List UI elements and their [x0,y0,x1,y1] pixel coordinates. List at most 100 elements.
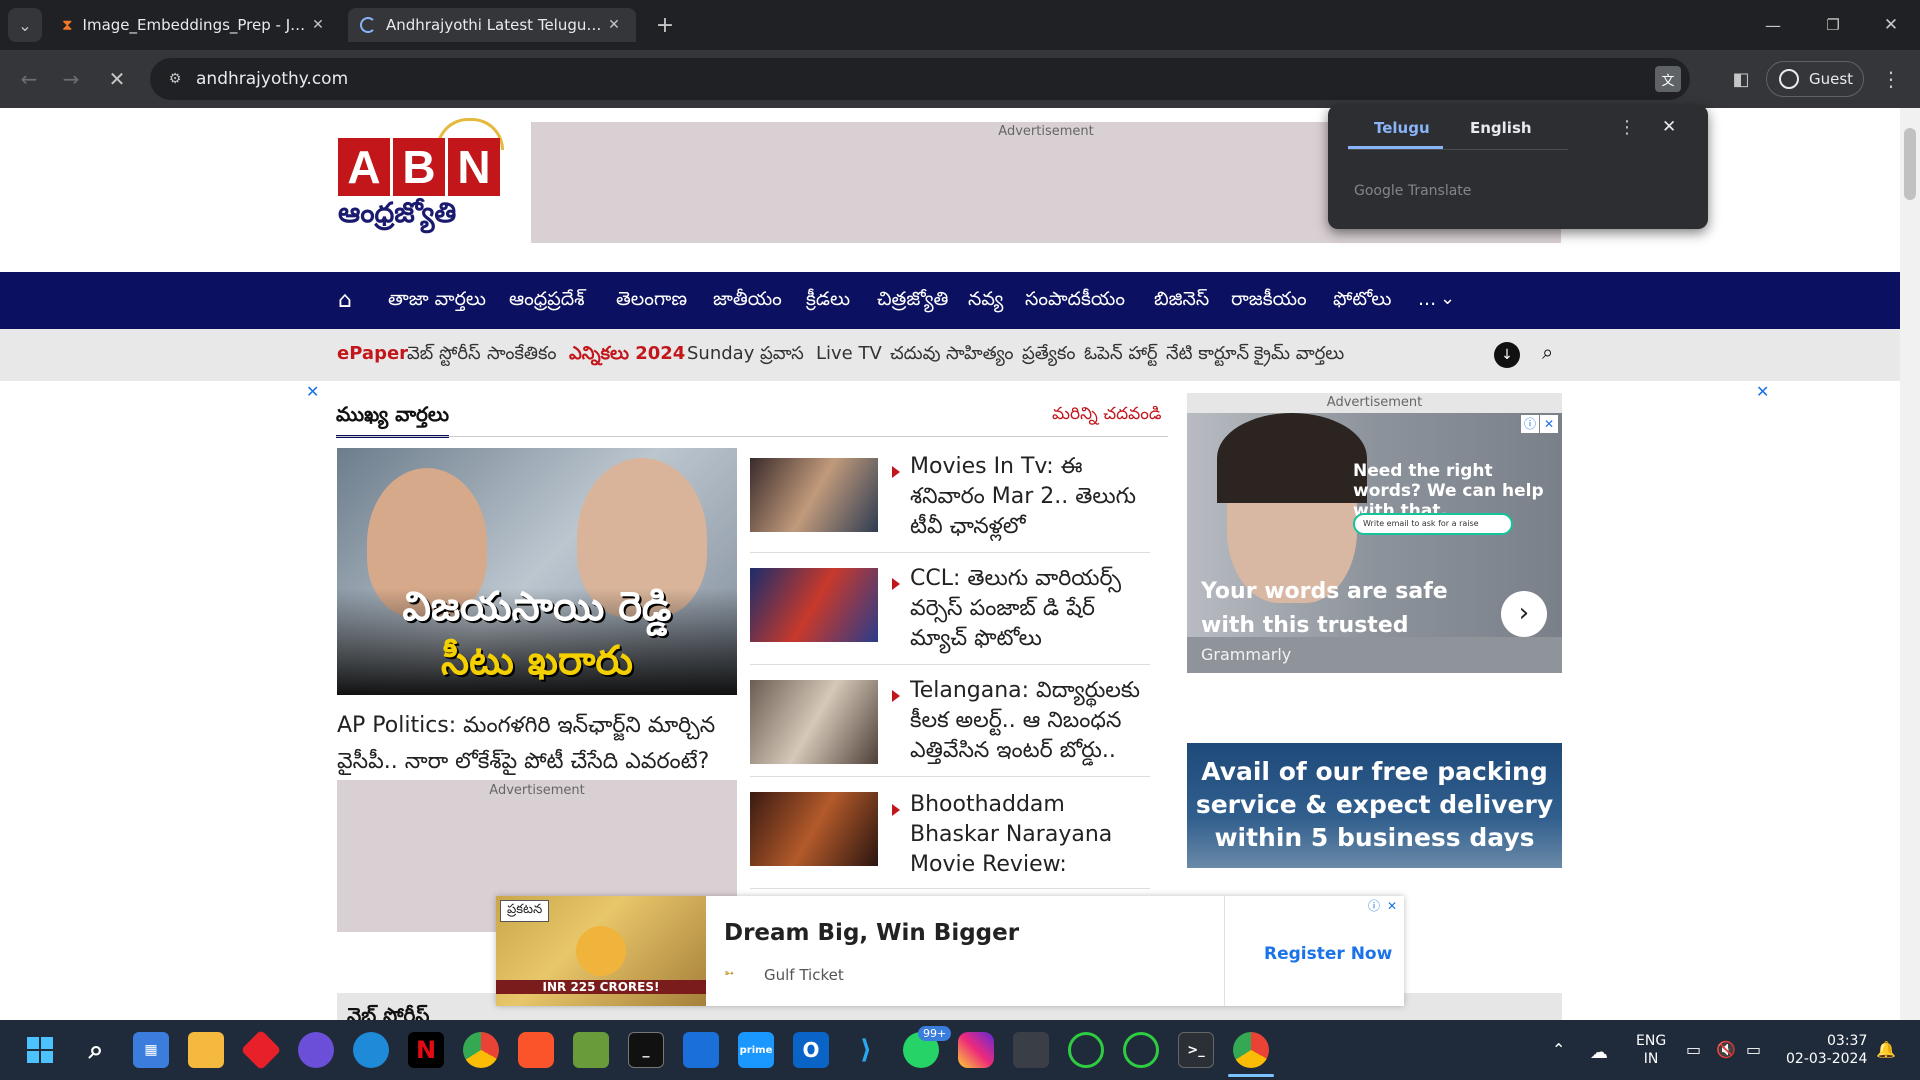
search-icon[interactable]: ⌕ [78,1032,114,1068]
close-icon[interactable]: ✕ [1662,117,1676,137]
register-now-button[interactable]: Register Now [1264,944,1392,964]
tab-andhrajyothy[interactable]: Andhrajyothi Latest Telugu News ✕ [348,8,636,42]
battery-icon[interactable]: ▭ [1746,1040,1761,1059]
sticky-bottom-ad[interactable]: ప్రకటన INR 225 CRORES! Dream Big, Win Bi… [496,896,1404,1006]
windows-start-icon[interactable] [22,1032,58,1068]
chrome-icon[interactable] [463,1032,499,1068]
story-thumbnail[interactable] [750,568,878,642]
subnav-epaper[interactable]: ePaper [337,343,408,364]
story-thumbnail[interactable] [750,458,878,532]
restore-button[interactable]: ❐ [1818,10,1848,40]
minimize-button[interactable]: — [1758,10,1788,40]
subnav-elections[interactable]: ఎన్నికలు 2024 [569,343,685,368]
close-tab-icon[interactable]: ✕ [308,17,328,33]
adchoices-icon[interactable]: ⓘ [1366,898,1382,914]
forward-button[interactable]: → [56,64,86,94]
translate-icon[interactable]: 文 [1655,66,1681,92]
subnav-item[interactable]: ప్రత్యేకం [1022,343,1075,368]
download-icon[interactable]: ↓ [1494,342,1520,368]
vscode-icon[interactable]: ⟩ [848,1032,884,1068]
prime-video-icon[interactable]: prime [738,1032,774,1068]
profile-button[interactable]: Guest [1766,61,1864,97]
netflix-icon[interactable]: N [408,1032,444,1068]
nav-item[interactable]: తాజా వార్తలు [388,288,486,315]
chevron-right-icon[interactable]: › [1501,591,1547,637]
tab-search-button[interactable]: ⌄ [8,8,42,42]
subnav-item[interactable]: సాంకేతికం [487,343,556,368]
app-green-ring-icon[interactable] [1068,1032,1104,1068]
story-thumbnail[interactable] [750,792,878,866]
subnav-item[interactable]: ఓపెన్ హార్ట్ [1084,343,1158,368]
app-green-icon[interactable] [573,1032,609,1068]
close-ad-icon[interactable]: ✕ [1540,415,1558,433]
network-icon[interactable]: ▭ [1686,1040,1701,1059]
grammarly-ad[interactable]: ⓘ ✕ Need the right words? We can help wi… [1187,413,1562,673]
scrollbar[interactable] [1900,108,1920,1020]
adchoices-icon[interactable]: ⓘ [1521,415,1539,433]
app-purple-icon[interactable] [298,1032,334,1068]
chevron-up-icon[interactable]: ⌃ [1552,1040,1565,1059]
nav-item[interactable]: తెలంగాణ [616,288,687,315]
nav-item[interactable]: క్రీడలు [806,288,850,315]
chevron-down-icon[interactable]: ⌄ [1440,288,1455,309]
subnav-item[interactable]: నేటి కార్టూన్ [1166,343,1249,368]
tab-jupyter[interactable]: ⧗ Image_Embeddings_Prep - Jupyter ✕ [50,8,340,42]
story-headline[interactable]: Telangana: విద్యార్థులకు కీలక అలర్ట్.. ఆ… [910,676,1150,766]
stop-button[interactable]: ✕ [102,64,132,94]
close-ad-icon[interactable]: ✕ [1384,898,1400,914]
story-headline[interactable]: Movies In Tv: ఈ శనివారం Mar 2.. తెలుగు ట… [910,452,1150,542]
nav-item[interactable]: రాజకీయం [1231,288,1307,315]
scrollbar-thumb[interactable] [1904,128,1916,200]
nav-item[interactable]: సంపాదకీయం [1025,288,1125,315]
language-indicator[interactable]: ENG IN [1636,1032,1666,1068]
back-button[interactable]: ← [14,64,44,94]
subnav-item[interactable]: వెబ్ స్టోరీస్ [407,343,481,368]
chrome-icon[interactable] [1233,1032,1269,1068]
translate-tab-english[interactable]: English [1470,119,1532,137]
nav-item[interactable]: ఫోటోలు [1333,288,1391,315]
brave-icon[interactable] [518,1032,554,1068]
subnav-item[interactable]: క్రైమ్ వార్తలు [1254,343,1344,368]
nav-item[interactable]: ఆంధ్రప్రదేశ్ [509,288,585,315]
close-ad-icon[interactable]: ✕ [306,382,319,401]
story-headline[interactable]: Bhoothaddam Bhaskar Narayana Movie Revie… [910,790,1150,880]
home-icon[interactable]: ⌂ [338,288,352,313]
address-bar[interactable]: ⚙ andhrajyothy.com 文 [150,58,1690,100]
notification-bell-icon[interactable]: 🔔 [1876,1040,1896,1059]
subnav-item[interactable]: ప్రవాస [760,343,804,368]
outlook-icon[interactable]: O [793,1032,829,1068]
lead-story-image[interactable]: విజయసాయి రెడ్డి సీటు ఖరారు [337,448,737,695]
new-tab-button[interactable]: + [650,10,680,40]
side-panel-button[interactable]: ◧ [1726,64,1756,94]
app-green-ring-icon[interactable] [1123,1032,1159,1068]
story-thumbnail[interactable] [750,680,878,764]
terminal-icon[interactable]: _ [628,1032,664,1068]
app-gray-icon[interactable] [1013,1032,1049,1068]
close-window-button[interactable]: ✕ [1876,10,1906,40]
close-ad-icon[interactable]: ✕ [1756,382,1769,401]
nav-item[interactable]: చిత్రజ్యోతి [877,288,948,315]
kebab-menu-icon[interactable]: ⋮ [1618,117,1636,138]
search-icon[interactable]: ⌕ [1542,340,1553,364]
volume-muted-icon[interactable]: 🔇 [1716,1040,1736,1059]
close-tab-icon[interactable]: ✕ [604,17,624,33]
nav-item[interactable]: నవ్య [968,288,1003,315]
lead-story-headline[interactable]: AP Politics: మంగళగిరి ఇన్‌ఛార్జ్‌ని మార్… [337,708,737,780]
menu-button[interactable]: ⋮ [1876,64,1906,94]
subnav-item[interactable]: Sunday [687,343,754,364]
terminal-icon[interactable]: >_ [1178,1032,1214,1068]
file-explorer-icon[interactable] [188,1032,224,1068]
story-headline[interactable]: CCL: తెలుగు వారియర్స్ వర్సెస్ పంజాబ్ డి … [910,564,1150,654]
subnav-item[interactable]: సాహిత్యం [946,343,1013,368]
read-more-link[interactable]: మరిన్ని చదవండి [1052,404,1161,428]
site-logo[interactable]: A B N ఆంధ్రజ్యోతి [338,118,506,229]
nav-item[interactable]: బిజినెస్ [1154,288,1209,315]
cloud-icon[interactable]: ☁ [1590,1042,1608,1063]
edge-icon[interactable] [353,1032,389,1068]
subnav-item[interactable]: Live TV [816,343,882,364]
nav-item[interactable]: జాతీయం [713,288,782,315]
site-info-icon[interactable]: ⚙ [164,68,186,90]
packing-service-ad[interactable]: Avail of our free packing service & expe… [1187,743,1562,868]
clock[interactable]: 03:37 02-03-2024 [1786,1032,1867,1068]
instagram-icon[interactable] [958,1032,994,1068]
